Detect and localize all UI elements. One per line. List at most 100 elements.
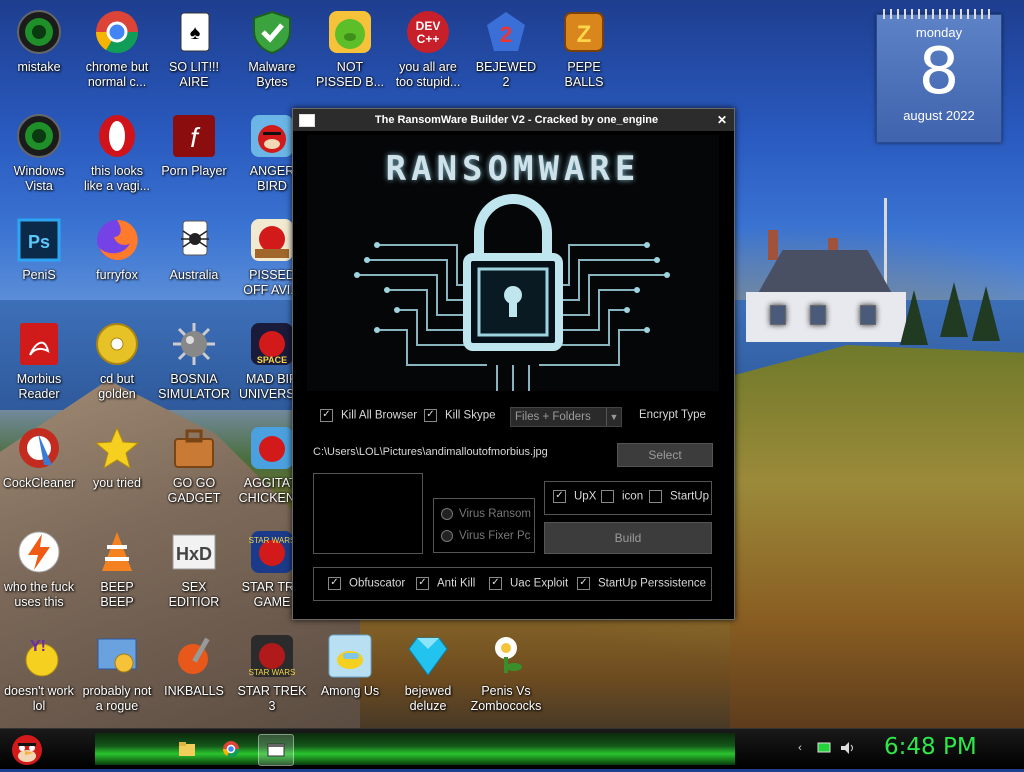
desktop-icon[interactable]: Ps PeniS: [0, 216, 78, 283]
virus-type-group: Virus Ransom Virus Fixer Pc: [433, 498, 535, 553]
grassy-hill-background: [730, 345, 1024, 735]
desktop-icon[interactable]: Australia: [155, 216, 233, 283]
ccleaner-icon: [15, 424, 63, 472]
desktop-icon[interactable]: DEV C++ you all are too stupid...: [389, 8, 467, 90]
solitaire-icon: ♠: [170, 8, 218, 56]
acrobat-icon: [15, 320, 63, 368]
desktop-icon[interactable]: Morbius Reader: [0, 320, 78, 402]
volume-icon[interactable]: [840, 740, 856, 756]
desktop-icon[interactable]: Z PEPE BALLS: [545, 8, 623, 90]
desktop-icon[interactable]: Malware Bytes: [233, 8, 311, 90]
desktop-icon-label: BOSNIA SIMULATOR: [158, 372, 230, 401]
desktop-icon[interactable]: furryfox: [78, 216, 156, 283]
desktop-icon[interactable]: INKBALLS: [155, 632, 233, 699]
desktop-icon[interactable]: 2 BEJEWED 2: [467, 8, 545, 90]
file-path-field[interactable]: C:\Users\LOL\Pictures\andimalloutofmorbi…: [313, 446, 548, 458]
network-icon[interactable]: [816, 740, 832, 756]
briefcase-icon: [170, 424, 218, 472]
pine-tree: [940, 282, 968, 337]
calendar-rings: [883, 9, 995, 19]
desktop-icon[interactable]: BOSNIA SIMULATOR: [155, 320, 233, 402]
virus-fixer-radio[interactable]: Virus Fixer Pc: [441, 530, 530, 542]
encrypt-type-label: Encrypt Type: [639, 409, 706, 421]
kill-skype-checkbox[interactable]: ✓ Kill Skype: [424, 409, 496, 422]
svg-text:C++: C++: [417, 32, 440, 46]
desktop-icon[interactable]: you tried: [78, 424, 156, 491]
desktop-icon[interactable]: NOT PISSED B...: [311, 8, 389, 90]
virus-ransom-label: Virus Ransom: [459, 508, 532, 521]
desktop-icon[interactable]: Penis Vs Zombococks: [467, 632, 545, 714]
desktop-icon[interactable]: ♠ SO LIT!!! AIRE: [155, 8, 233, 90]
desktop-icon[interactable]: cd but golden: [78, 320, 156, 402]
desktop-icon[interactable]: BEEP BEEP: [78, 528, 156, 610]
desktop-icon-label: Porn Player: [161, 164, 227, 178]
obfuscator-checkbox[interactable]: ✓ Obfuscator: [328, 577, 405, 590]
desktop-icon-label: you all are too stupid...: [395, 60, 461, 89]
desktop-icon-label: Morbius Reader: [16, 372, 62, 401]
uac-exploit-checkbox[interactable]: ✓ Uac Exploit: [489, 577, 568, 590]
zuma-icon: Z: [560, 8, 608, 56]
close-button[interactable]: ✕: [710, 113, 734, 127]
calendar-gadget[interactable]: monday 8 august 2022: [876, 9, 1002, 143]
desktop-icon-label: Australia: [169, 268, 219, 282]
icon-checkbox[interactable]: icon: [601, 490, 643, 503]
svg-text:Ps: Ps: [28, 232, 50, 252]
photoshop-icon: Ps: [15, 216, 63, 264]
start-button[interactable]: [6, 729, 48, 767]
build-button[interactable]: Build: [544, 522, 712, 554]
desktop-icon[interactable]: bejewed deluze: [389, 632, 467, 714]
taskbar-chrome-button[interactable]: [214, 734, 248, 764]
desktop-icon[interactable]: Windows Vista: [0, 112, 78, 194]
window-titlebar[interactable]: The RansomWare Builder V2 - Cracked by o…: [293, 109, 734, 131]
startup-persistence-checkbox[interactable]: ✓ StartUp Perssistence: [577, 577, 706, 590]
mine-icon: [170, 320, 218, 368]
checkbox-empty-icon: [649, 490, 662, 503]
check-icon: ✓: [416, 577, 429, 590]
virus-ransom-radio[interactable]: Virus Ransom: [441, 508, 531, 520]
kill-browser-checkbox[interactable]: ✓ Kill All Browser: [320, 409, 417, 422]
angry-birds-starwars-icon: STAR WARS: [248, 528, 296, 576]
taskbar-builder-button[interactable]: [258, 734, 294, 766]
check-icon: ✓: [424, 409, 437, 422]
pine-tree: [900, 290, 928, 345]
taskbar-clock[interactable]: 6:48 PM: [884, 734, 977, 760]
taskbar-explorer-button[interactable]: [170, 734, 204, 764]
anti-kill-label: Anti Kill: [437, 577, 476, 590]
chevron-left-icon[interactable]: ‹: [792, 740, 808, 756]
desktop-icon[interactable]: chrome but normal c...: [78, 8, 156, 90]
shield-check-icon: [248, 8, 296, 56]
opera-icon: [93, 112, 141, 160]
desktop-icon[interactable]: Y! doesn't work lol: [0, 632, 78, 714]
padlock-circuit-graphic: [354, 194, 670, 391]
desktop-icon-label: GO GO GADGET: [167, 476, 221, 505]
svg-text:Z: Z: [577, 21, 592, 48]
angry-birds-space-icon: SPACE: [248, 320, 296, 368]
desktop-icon[interactable]: mistake: [0, 8, 78, 75]
encrypt-type-dropdown[interactable]: Files + Folders ▼: [510, 407, 622, 427]
pvz-icon: [482, 632, 530, 680]
desktop-icon[interactable]: STAR WARS STAR TREK 3: [233, 632, 311, 714]
desktop-icon[interactable]: who the fuck uses this: [0, 528, 78, 610]
desktop-icon[interactable]: CockCleaner: [0, 424, 78, 491]
desktop-icon[interactable]: f Porn Player: [155, 112, 233, 179]
desktop-icon-label: PEPE BALLS: [564, 60, 604, 89]
star-icon: [93, 424, 141, 472]
anti-kill-checkbox[interactable]: ✓ Anti Kill: [416, 577, 475, 590]
desktop-icon[interactable]: probably not a rogue: [78, 632, 156, 714]
desktop-icon[interactable]: Among Us: [311, 632, 389, 699]
select-button[interactable]: Select: [617, 443, 713, 467]
desktop-icon[interactable]: HxD SEX EDITIOR: [155, 528, 233, 610]
angry-bird-icon: [12, 735, 42, 765]
desktop-icon-label: who the fuck uses this: [3, 580, 75, 609]
radio-icon: [441, 530, 453, 542]
desktop-icon-label: CockCleaner: [2, 476, 76, 490]
startup-checkbox[interactable]: StartUp: [649, 490, 709, 503]
upx-checkbox[interactable]: ✓ UpX: [553, 490, 596, 503]
desktop-icon[interactable]: GO GO GADGET: [155, 424, 233, 506]
desktop-icon-label: SEX EDITIOR: [168, 580, 220, 609]
desktop-icon[interactable]: this looks like a vagi...: [78, 112, 156, 194]
uac-exploit-label: Uac Exploit: [510, 577, 569, 590]
svg-text:HxD: HxD: [176, 544, 212, 564]
svg-text:Y!: Y!: [30, 638, 46, 655]
options-group: ✓ UpX icon StartUp: [544, 481, 712, 515]
